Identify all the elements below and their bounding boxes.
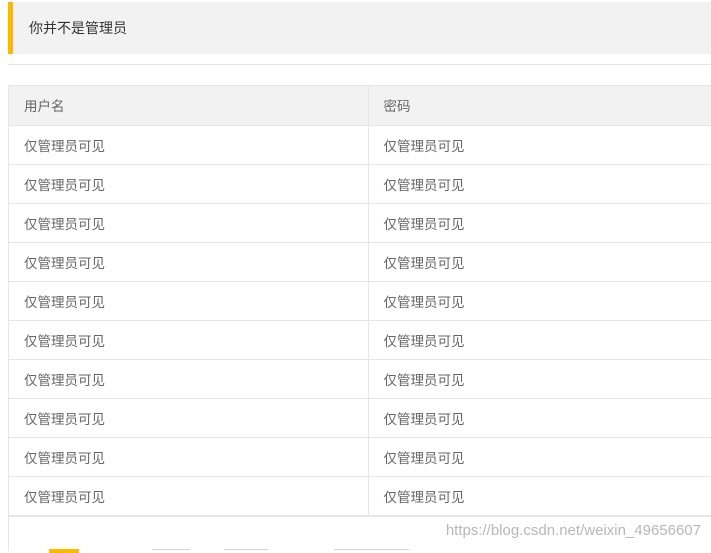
cell-username: 仅管理员可见 (9, 242, 369, 282)
pagination-page-button[interactable] (152, 549, 190, 553)
pagination-current-page[interactable] (49, 549, 79, 553)
cell-username: 仅管理员可见 (9, 437, 369, 477)
column-header-password: 密码 (368, 86, 711, 126)
user-table: 用户名 密码 仅管理员可见 仅管理员可见 仅管理员可见 仅管理员可见 仅管理员可… (8, 85, 711, 517)
cell-password: 仅管理员可见 (368, 164, 711, 204)
notice-banner: 你并不是管理员 (8, 2, 711, 54)
cell-password: 仅管理员可见 (368, 359, 711, 399)
cell-username: 仅管理员可见 (9, 359, 369, 399)
notice-text: 你并不是管理员 (29, 21, 127, 37)
watermark-text: https://blog.csdn.net/weixin_49656607 (445, 522, 701, 539)
pagination-page-size-select[interactable] (334, 549, 409, 553)
divider (8, 64, 711, 65)
table-row: 仅管理员可见 仅管理员可见 (9, 281, 711, 321)
table-header-row: 用户名 密码 (9, 86, 711, 126)
table-row: 仅管理员可见 仅管理员可见 (9, 476, 711, 516)
cell-password: 仅管理员可见 (368, 242, 711, 282)
cell-password: 仅管理员可见 (368, 320, 711, 360)
table-row: 仅管理员可见 仅管理员可见 (9, 437, 711, 477)
table-row: 仅管理员可见 仅管理员可见 (9, 398, 711, 438)
table-row: 仅管理员可见 仅管理员可见 (9, 203, 711, 243)
cell-username: 仅管理员可见 (9, 164, 369, 204)
cell-username: 仅管理员可见 (9, 320, 369, 360)
cell-username: 仅管理员可见 (9, 476, 369, 516)
cell-password: 仅管理员可见 (368, 476, 711, 516)
cell-username: 仅管理员可见 (9, 125, 369, 165)
column-header-username: 用户名 (9, 86, 369, 126)
table-row: 仅管理员可见 仅管理员可见 (9, 242, 711, 282)
cell-username: 仅管理员可见 (9, 203, 369, 243)
cell-password: 仅管理员可见 (368, 203, 711, 243)
cell-username: 仅管理员可见 (9, 281, 369, 321)
cell-password: 仅管理员可见 (368, 437, 711, 477)
table-row: 仅管理员可见 仅管理员可见 (9, 320, 711, 360)
cell-username: 仅管理员可见 (9, 398, 369, 438)
cell-password: 仅管理员可见 (368, 125, 711, 165)
cell-password: 仅管理员可见 (368, 398, 711, 438)
table-row: 仅管理员可见 仅管理员可见 (9, 125, 711, 165)
table-row: 仅管理员可见 仅管理员可见 (9, 164, 711, 204)
table-row: 仅管理员可见 仅管理员可见 (9, 359, 711, 399)
cell-password: 仅管理员可见 (368, 281, 711, 321)
pagination-page-button[interactable] (224, 549, 268, 553)
